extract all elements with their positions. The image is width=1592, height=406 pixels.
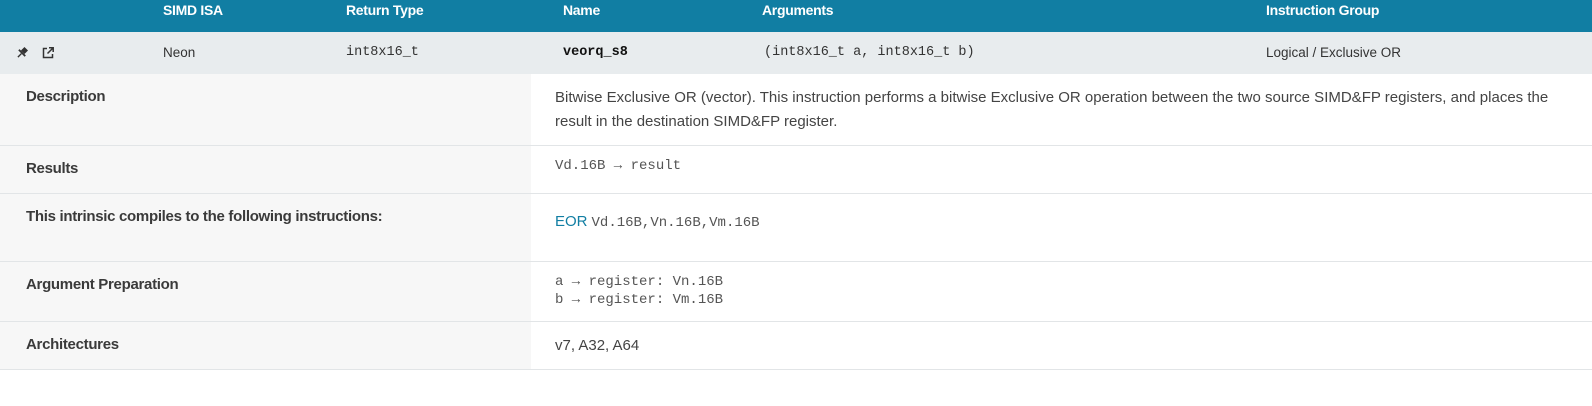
results-label-cell: Results xyxy=(0,146,531,193)
intrinsic-page: SIMD ISA Return Type Name Arguments Inst… xyxy=(0,0,1592,406)
arguments-value: (int8x16_t a, int8x16_t b) xyxy=(764,45,975,60)
intrinsic-name: veorq_s8 xyxy=(563,45,628,60)
argument-preparation-label: Argument Preparation xyxy=(26,276,179,293)
results-row: Results Vd.16B → result xyxy=(0,146,1592,194)
description-label: Description xyxy=(26,88,106,105)
argument-b-register: b → register: Vm.16B xyxy=(555,292,724,308)
results-value: Vd.16B → result xyxy=(555,158,682,174)
instructions-value: EOR Vd.16B,Vn.16B,Vm.16B xyxy=(555,210,1562,234)
instruction-operands: Vd.16B,Vn.16B,Vm.16B xyxy=(591,215,760,231)
external-link-icon[interactable] xyxy=(39,44,57,62)
argument-a-register: a → register: Vn.16B xyxy=(555,274,724,290)
architectures-label-cell: Architectures xyxy=(0,322,531,369)
description-row: Description Bitwise Exclusive OR (vector… xyxy=(0,74,1592,146)
architectures-label: Architectures xyxy=(26,336,119,353)
return-type-value: int8x16_t xyxy=(346,45,419,60)
table-header: SIMD ISA Return Type Name Arguments Inst… xyxy=(0,0,1592,32)
argument-preparation-label-cell: Argument Preparation xyxy=(0,262,531,321)
intrinsic-summary-row[interactable]: Neon int8x16_t veorq_s8 (int8x16_t a, in… xyxy=(0,32,1592,74)
header-arguments[interactable]: Arguments xyxy=(762,0,834,20)
argument-preparation-value: a → register: Vn.16B b → register: Vm.16… xyxy=(555,273,1562,309)
pin-icon[interactable] xyxy=(13,44,31,62)
argument-preparation-row: Argument Preparation a → register: Vn.16… xyxy=(0,262,1592,322)
header-instruction-group[interactable]: Instruction Group xyxy=(1266,0,1379,20)
description-text: Bitwise Exclusive OR (vector). This inst… xyxy=(555,89,1549,130)
architectures-row: Architectures v7, A32, A64 xyxy=(0,322,1592,370)
instructions-label-cell: This intrinsic compiles to the following… xyxy=(0,194,531,261)
description-label-cell: Description xyxy=(0,74,531,145)
instructions-label: This intrinsic compiles to the following… xyxy=(26,208,383,225)
results-label: Results xyxy=(26,160,79,177)
header-name[interactable]: Name xyxy=(563,0,600,20)
header-simd-isa[interactable]: SIMD ISA xyxy=(163,0,223,20)
instruction-group-value: Logical / Exclusive OR xyxy=(1266,45,1402,60)
architectures-value: v7, A32, A64 xyxy=(555,337,640,354)
simd-isa-value: Neon xyxy=(163,45,196,60)
header-return-type[interactable]: Return Type xyxy=(346,0,424,20)
eor-instruction-link[interactable]: EOR xyxy=(555,213,588,230)
instructions-row: This intrinsic compiles to the following… xyxy=(0,194,1592,262)
